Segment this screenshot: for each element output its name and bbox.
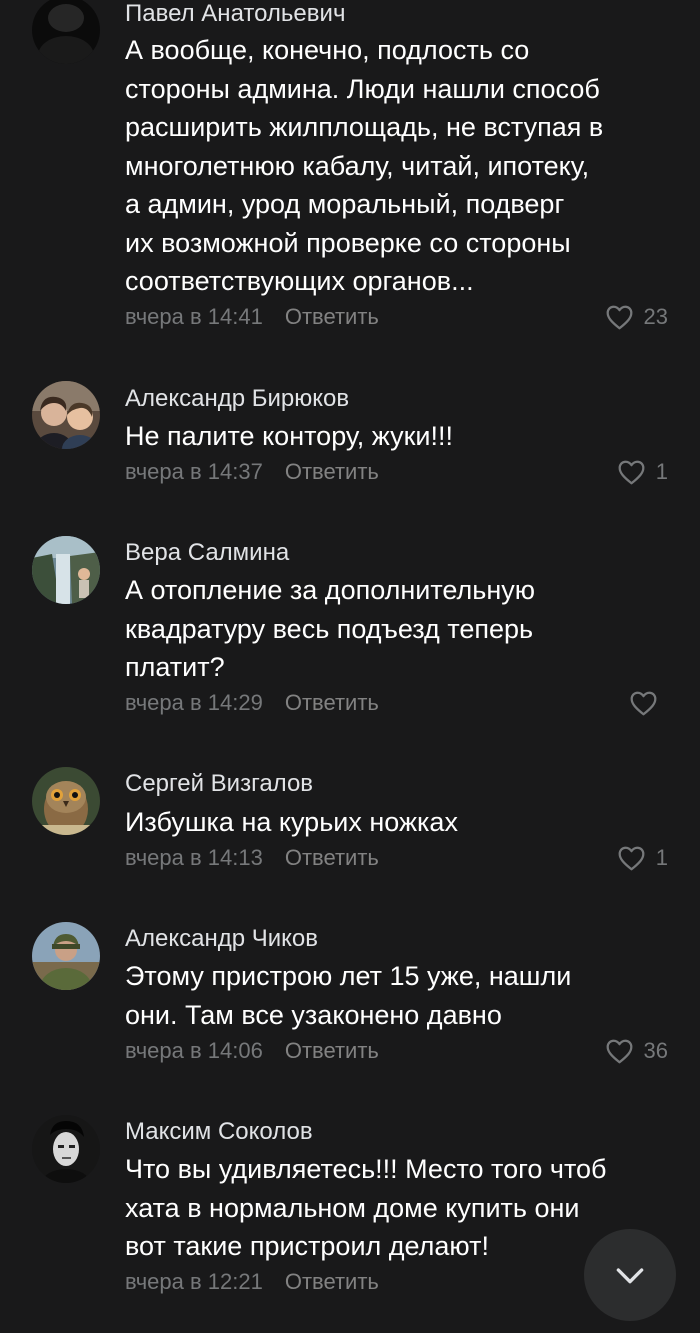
like-button[interactable]: 23 (605, 303, 668, 331)
comment-time: вчера в 14:41 (125, 304, 263, 329)
like-count: 1 (655, 845, 668, 870)
like-count: 23 (643, 304, 668, 329)
comment-time: вчера в 14:06 (125, 1038, 263, 1063)
heart-icon (618, 846, 645, 871)
comment-text: Избушка на курьих ножках (125, 803, 670, 842)
comment-text-line: А вообще, конечно, подлость со (125, 35, 530, 65)
comment-text: А вообще, конечно, подлость со стороны а… (125, 31, 670, 301)
comment-time: вчера в 14:13 (125, 845, 263, 870)
heart-icon (618, 460, 645, 485)
comment-meta: вчера в 12:21 Ответить (125, 1268, 379, 1296)
comment-meta: вчера в 14:06 Ответить (125, 1037, 379, 1065)
reply-button[interactable]: Ответить (285, 1269, 379, 1294)
comment-text-line: многолетнюю кабалу, читай, ипотеку, (125, 150, 590, 181)
comment-text-line: А отопление за дополнительную (125, 575, 536, 605)
two-people-photo-icon (32, 381, 100, 449)
comment-text: Что вы удивляетесь!!! Место того чтоб ха… (125, 1150, 670, 1266)
reply-button[interactable]: Ответить (285, 690, 379, 715)
comment-meta: вчера в 14:41 Ответить (125, 303, 379, 331)
comment-time: вчера в 14:37 (125, 459, 263, 484)
comment-text-line: платит? (125, 652, 225, 682)
comment-author[interactable]: Вера Салмина (125, 538, 289, 568)
avatar[interactable] (32, 536, 100, 604)
comment-text-line: соответствующих органов... (125, 266, 474, 296)
waterfall-photo-icon (32, 536, 100, 604)
comment-text-line: Не палите контору, жуки!!! (125, 421, 453, 451)
comment-author[interactable]: Александр Бирюков (125, 384, 349, 414)
heart-icon (630, 691, 657, 716)
scroll-down-button[interactable] (584, 1229, 676, 1321)
comment-text-line: расширить жилплощадь, не вступая в (125, 112, 604, 142)
avatar[interactable] (32, 767, 100, 835)
comment-author[interactable]: Сергей Визгалов (125, 769, 313, 799)
comment-meta: вчера в 14:29 Ответить (125, 689, 379, 717)
comment-text-line: их возможной проверке со стороны (125, 227, 571, 258)
reply-button[interactable]: Ответить (285, 845, 379, 870)
owl-photo-icon (32, 767, 100, 835)
comment-text-line: Этому пристрою лет 15 уже, нашли (125, 961, 572, 991)
comment-text: Этому пристрою лет 15 уже, нашли они. Та… (125, 957, 670, 1034)
comments-feed: Павел Анатольевич А вообще, конечно, под… (0, 0, 700, 1333)
comment-meta: вчера в 14:37 Ответить (125, 458, 379, 486)
dark-profile-photo-icon (32, 0, 100, 64)
comment-author[interactable]: Павел Анатольевич (125, 0, 345, 29)
reply-button[interactable]: Ответить (285, 1038, 379, 1063)
comment-text-line: стороны админа. Люди нашли способ (125, 73, 600, 104)
comment-text-line: хата в нормальном доме купить они (125, 1192, 580, 1223)
comment-text-line: Что вы удивляетесь!!! Место того чтоб (125, 1154, 607, 1184)
comment-text-line: квадратуру весь подъезд теперь (125, 613, 534, 644)
comment-meta: вчера в 14:13 Ответить (125, 844, 379, 872)
reply-button[interactable]: Ответить (285, 304, 379, 329)
like-button[interactable]: 1 (617, 458, 668, 486)
like-button[interactable]: 1 (617, 844, 668, 872)
avatar[interactable] (32, 381, 100, 449)
comment-time: вчера в 14:29 (125, 690, 263, 715)
comment-text: Не палите контору, жуки!!! (125, 417, 670, 456)
avatar[interactable] (32, 1115, 100, 1183)
like-button[interactable]: 36 (605, 1037, 668, 1065)
comment-text: А отопление за дополнительную квадратуру… (125, 571, 670, 687)
heart-icon (606, 305, 632, 330)
avatar[interactable] (32, 922, 100, 990)
comment-author[interactable]: Александр Чиков (125, 924, 318, 954)
soldier-photo-icon (32, 922, 100, 990)
avatar[interactable] (32, 0, 100, 64)
comment-text-line: они. Там все узаконено давно (125, 999, 502, 1030)
comment-text-line: а админ, урод моральный, подверг (125, 189, 565, 219)
portrait-photo-icon (32, 1115, 100, 1183)
comment-text-line: Избушка на курьих ножках (125, 807, 458, 837)
chevron-down-icon (616, 1268, 644, 1284)
heart-icon (606, 1039, 632, 1064)
comment-author[interactable]: Максим Соколов (125, 1117, 313, 1147)
like-count: 36 (643, 1038, 668, 1063)
comment-time: вчера в 12:21 (125, 1269, 263, 1294)
like-button[interactable] (629, 689, 668, 717)
reply-button[interactable]: Ответить (285, 459, 379, 484)
like-count: 1 (655, 459, 668, 484)
